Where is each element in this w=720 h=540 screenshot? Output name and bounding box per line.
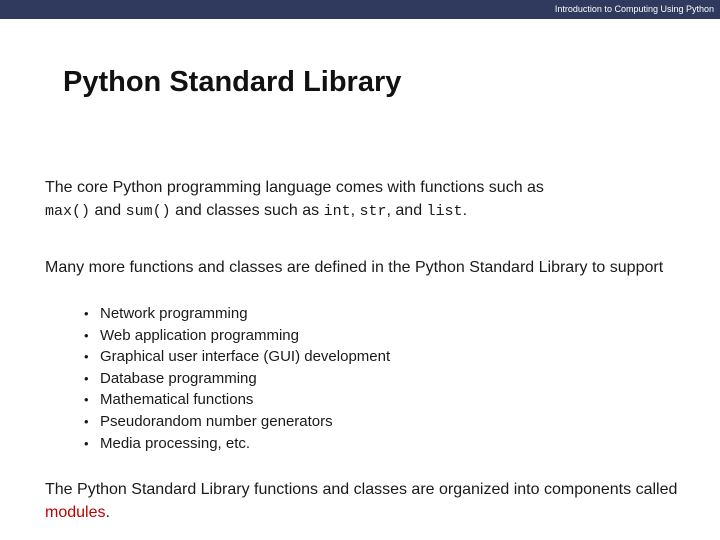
list-item-text: Mathematical functions bbox=[100, 391, 254, 409]
list-item-text: Database programming bbox=[100, 369, 257, 387]
intro-text: , and bbox=[386, 202, 427, 219]
modules-highlight: modules bbox=[45, 504, 106, 521]
modules-paragraph: The Python Standard Library functions an… bbox=[45, 478, 705, 524]
intro-text: and classes such as bbox=[170, 202, 324, 219]
list-item-text: Graphical user interface (GUI) developme… bbox=[100, 348, 391, 366]
code-str: str bbox=[359, 203, 387, 220]
list-item: • Database programming bbox=[78, 368, 390, 390]
list-item-text: Web application programming bbox=[100, 326, 299, 344]
list-item-text: Network programming bbox=[100, 305, 248, 322]
list-item: • Network programming bbox=[78, 303, 390, 325]
bullet-list: • Network programming • Web application pr… bbox=[78, 303, 390, 454]
list-item: • Media processing, etc. bbox=[78, 433, 390, 455]
bullet-icon: • bbox=[84, 370, 89, 386]
intro-text: and bbox=[90, 202, 126, 219]
modules-text: The Python Standard Library functions an… bbox=[45, 481, 678, 498]
bullet-icon: • bbox=[84, 413, 89, 429]
bullet-icon: • bbox=[84, 327, 89, 343]
course-title: Introduction to Computing Using Python bbox=[554, 4, 714, 14]
code-max: max() bbox=[45, 203, 91, 220]
list-item: • Pseudorandom number generators bbox=[78, 411, 390, 433]
list-item-text: Pseudorandom number generators bbox=[100, 412, 333, 430]
code-list: list bbox=[426, 203, 463, 220]
list-item-text: Media processing, etc. bbox=[100, 434, 251, 452]
bullet-icon: • bbox=[84, 435, 89, 451]
bullet-icon: • bbox=[84, 392, 89, 408]
slide-title: Python Standard Library bbox=[63, 66, 402, 98]
bullet-icon: • bbox=[84, 306, 89, 321]
library-paragraph: Many more functions and classes are defi… bbox=[45, 259, 664, 276]
modules-text: . bbox=[105, 504, 110, 521]
intro-text: . bbox=[462, 202, 468, 219]
list-item: • Mathematical functions bbox=[78, 389, 390, 411]
header-bar: Introduction to Computing Using Python bbox=[0, 0, 720, 19]
intro-text: , bbox=[350, 202, 360, 219]
list-item: • Graphical user interface (GUI) developm… bbox=[78, 346, 390, 368]
code-int: int bbox=[323, 203, 351, 220]
list-item: • Web application programming bbox=[78, 325, 390, 347]
code-sum: sum() bbox=[125, 203, 171, 220]
intro-text: The core Python programming language com… bbox=[45, 179, 544, 196]
bullet-icon: • bbox=[84, 349, 89, 365]
intro-paragraph: The core Python programming language com… bbox=[45, 176, 705, 223]
